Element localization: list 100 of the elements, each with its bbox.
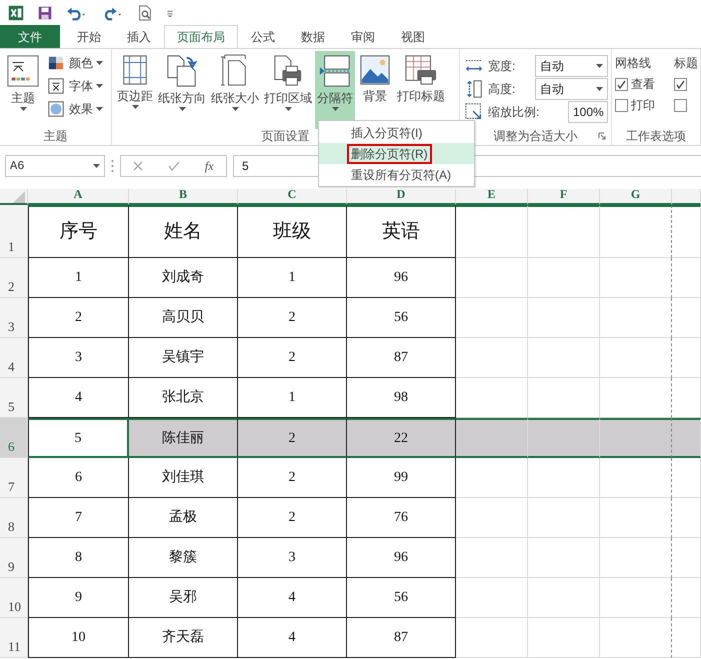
table-cell: 1: [238, 258, 347, 298]
table-cell: 吴邪: [129, 578, 238, 618]
landscape-icon: [359, 54, 391, 86]
column-header[interactable]: [672, 189, 701, 205]
empty-cell: [600, 618, 672, 658]
ribbon-button[interactable]: 页边距: [115, 51, 155, 129]
dropdown-field[interactable]: 自动: [535, 78, 608, 100]
ribbon-tab[interactable]: 数据: [288, 25, 338, 48]
save-icon[interactable]: [37, 4, 53, 20]
checkbox[interactable]: [615, 78, 628, 90]
empty-cell: [600, 498, 672, 538]
ribbon-button[interactable]: 打印区域: [262, 51, 314, 129]
empty-cell: [456, 205, 528, 258]
row-header[interactable]: 10: [0, 578, 28, 618]
checkbox[interactable]: [674, 98, 687, 112]
caret-icon: [132, 105, 138, 109]
themes-button[interactable]: 主题: [3, 51, 43, 129]
option-heading: 标题: [674, 55, 699, 72]
table-cell: 2: [238, 498, 347, 538]
table-cell: 1: [28, 258, 129, 298]
ribbon-tab[interactable]: 开始: [64, 25, 114, 48]
column-header[interactable]: B: [129, 189, 238, 205]
table-cell: 2: [28, 298, 129, 338]
empty-cell: [456, 578, 528, 618]
row-header[interactable]: 3: [0, 298, 28, 338]
menu-item[interactable]: 重设所有分页符(A): [319, 164, 474, 185]
checkbox[interactable]: [674, 78, 687, 90]
ribbon-tab[interactable]: 页面布局: [164, 25, 238, 48]
table-cell: 3: [238, 538, 347, 578]
empty-cell: [672, 418, 701, 458]
row-header[interactable]: 9: [0, 538, 28, 578]
print-preview-icon[interactable]: [137, 4, 153, 22]
row-header[interactable]: 7: [0, 458, 28, 498]
empty-cell: [600, 538, 672, 578]
row-header[interactable]: 11: [0, 618, 28, 658]
ribbon-button[interactable]: 纸张方向: [156, 51, 208, 129]
checkbox-label[interactable]: 打印: [631, 96, 655, 114]
caret-icon: [332, 107, 338, 111]
dropdown-field[interactable]: 自动: [535, 54, 608, 76]
column-title: 英语: [347, 205, 456, 258]
ribbon-button[interactable]: 字体: [44, 74, 105, 97]
table-cell: 3: [28, 338, 129, 378]
table-cell: 87: [347, 338, 456, 378]
table-cell: 吴镇宇: [129, 338, 238, 378]
column-header[interactable]: F: [528, 189, 600, 205]
insert-function-button[interactable]: fx: [204, 156, 214, 174]
check-icon[interactable]: [168, 160, 180, 170]
row-header[interactable]: 2: [0, 258, 28, 298]
column-header[interactable]: G: [600, 189, 672, 205]
table-cell: 6: [28, 458, 129, 498]
column-header[interactable]: E: [456, 189, 528, 205]
row-header[interactable]: 8: [0, 498, 28, 538]
checkbox-label[interactable]: 查看: [631, 75, 655, 93]
group-label: 页面设置: [262, 129, 310, 145]
empty-cell: [456, 298, 528, 338]
table-cell: 4: [238, 578, 347, 618]
row-header[interactable]: 6: [0, 418, 28, 458]
more-icon: [111, 158, 114, 172]
empty-cell: [528, 338, 600, 378]
theme-icon: [6, 54, 40, 88]
row-header[interactable]: 4: [0, 338, 28, 378]
column-header[interactable]: A: [28, 189, 129, 205]
empty-cell: [600, 578, 672, 618]
table-cell: 刘佳琪: [129, 458, 238, 498]
ribbon-button[interactable]: 纸张大小: [209, 51, 261, 129]
table-cell: 2: [238, 338, 347, 378]
menu-item[interactable]: 删除分页符(R): [319, 143, 474, 164]
table-cell: 56: [347, 298, 456, 338]
caret-icon: [96, 60, 103, 64]
column-header[interactable]: C: [238, 189, 347, 205]
row-header[interactable]: 5: [0, 378, 28, 418]
option-heading: 网格线: [615, 55, 652, 72]
column-title: 班级: [238, 205, 347, 258]
ribbon-tab[interactable]: 文件: [0, 25, 60, 48]
dialog-launcher-icon[interactable]: [598, 132, 606, 140]
table-cell: 孟极: [129, 498, 238, 538]
caret-icon: [284, 107, 292, 111]
print-titles-icon: [404, 54, 438, 86]
empty-cell: [600, 298, 672, 338]
table-cell: 10: [28, 618, 129, 658]
checkbox[interactable]: [615, 98, 628, 112]
empty-cell: [528, 258, 600, 298]
ribbon-tab[interactable]: 审阅: [338, 25, 388, 48]
empty-cell: [456, 258, 528, 298]
ribbon-tab[interactable]: 插入: [114, 25, 164, 48]
ribbon-button[interactable]: 颜色: [44, 51, 105, 74]
spin-field[interactable]: 100%: [568, 100, 608, 122]
ribbon-tab[interactable]: 视图: [388, 25, 438, 48]
caret-icon: [96, 84, 103, 88]
name-box[interactable]: A6: [5, 154, 105, 176]
empty-cell: [528, 538, 600, 578]
table-cell: 高贝贝: [129, 298, 238, 338]
table-cell: 56: [347, 578, 456, 618]
empty-cell: [456, 498, 528, 538]
ribbon-button[interactable]: 效果: [44, 97, 105, 120]
excel-icon: [7, 4, 25, 22]
column-header[interactable]: D: [347, 189, 456, 205]
row-header[interactable]: 1: [0, 205, 28, 258]
ribbon-tab[interactable]: 公式: [238, 25, 288, 48]
empty-cell: [672, 498, 701, 538]
